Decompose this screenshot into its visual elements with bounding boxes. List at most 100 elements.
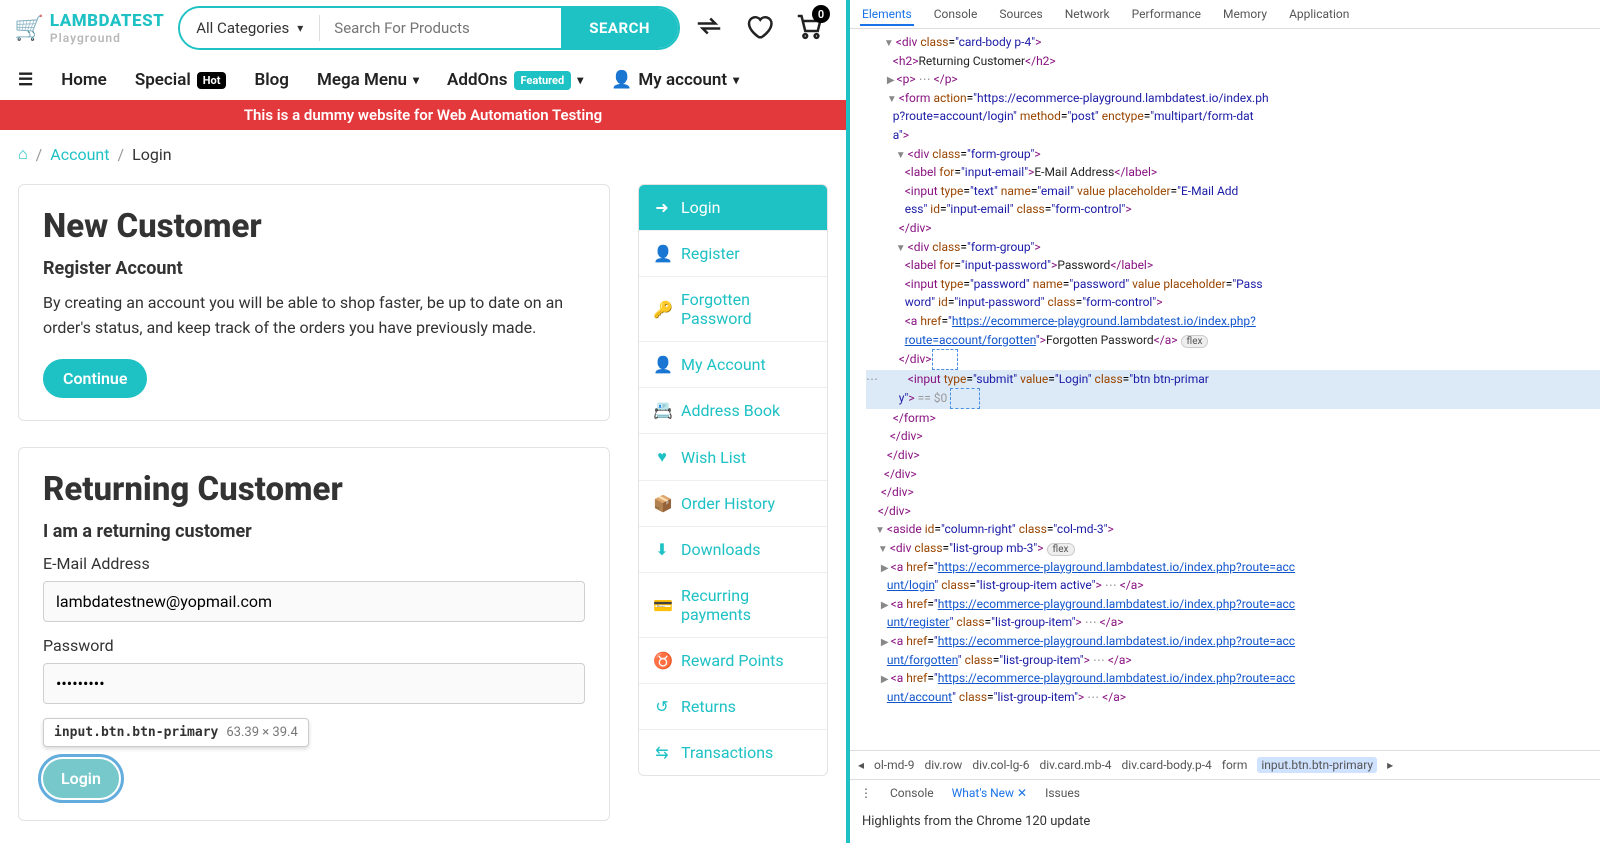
devtools-breadcrumb[interactable]: ◂ ol-md-9 div.row div.col-lg-6 div.card.mb-4… bbox=[850, 750, 1600, 779]
password-field[interactable] bbox=[43, 663, 585, 704]
sidebar-item-returns[interactable]: ↺Returns bbox=[639, 684, 827, 730]
devtools-tab-performance[interactable]: Performance bbox=[1130, 4, 1203, 26]
new-customer-title: New Customer bbox=[43, 207, 585, 246]
menu-blog[interactable]: Blog bbox=[254, 70, 289, 90]
devtools-tab-sources[interactable]: Sources bbox=[997, 4, 1044, 26]
sidebar-item-icon: ♉ bbox=[653, 651, 671, 670]
main-menu: ☰ Home Special Hot Blog Mega Menu▾ AddOn… bbox=[0, 56, 846, 100]
sidebar-item-label: Reward Points bbox=[681, 651, 784, 670]
crumb-left-arrow[interactable]: ◂ bbox=[858, 758, 864, 772]
chevron-down-icon: ▾ bbox=[733, 73, 739, 87]
sidebar-item-icon: ♥ bbox=[653, 447, 671, 467]
new-customer-card: New Customer Register Account By creatin… bbox=[18, 184, 610, 421]
breadcrumb-account[interactable]: Account bbox=[50, 145, 109, 164]
sidebar-item-downloads[interactable]: ⬇ Downloads bbox=[639, 527, 827, 573]
sidebar-item-icon: ⬇ bbox=[653, 540, 671, 559]
crumb-item[interactable]: input.btn.btn-primary bbox=[1257, 757, 1377, 773]
sidebar-item-transactions[interactable]: ⇆Transactions bbox=[639, 730, 827, 775]
kebab-icon[interactable]: ⋮ bbox=[860, 786, 872, 800]
crumb-right-arrow[interactable]: ▸ bbox=[1387, 758, 1393, 772]
user-icon: 👤 bbox=[611, 70, 632, 90]
devtools-tab-elements[interactable]: Elements bbox=[860, 4, 914, 26]
crumb-item[interactable]: ol-md-9 bbox=[874, 758, 914, 772]
devtools-tab-application[interactable]: Application bbox=[1287, 4, 1351, 26]
logo-subtext: Playground bbox=[50, 31, 164, 45]
login-button[interactable]: Login bbox=[43, 759, 119, 798]
menu-mega[interactable]: Mega Menu▾ bbox=[317, 70, 419, 90]
chevron-down-icon: ▾ bbox=[297, 21, 303, 35]
sidebar-item-my-account[interactable]: 👤My Account bbox=[639, 342, 827, 388]
sidebar-item-icon: 💳 bbox=[653, 596, 671, 615]
search-bar: All Categories ▾ SEARCH bbox=[178, 6, 680, 50]
compare-icon[interactable] bbox=[694, 11, 724, 45]
devtools-drawer-tabs: ⋮ Console What's New ✕ Issues bbox=[850, 779, 1600, 806]
account-sidebar: ➜Login👤Register🔑Forgotten Password👤My Ac… bbox=[638, 184, 828, 843]
sidebar-item-login[interactable]: ➜ Login bbox=[639, 185, 827, 231]
sidebar-item-recurring-payments[interactable]: 💳Recurring payments bbox=[639, 573, 827, 638]
cart-badge: 0 bbox=[812, 5, 830, 23]
sidebar-item-label: Login bbox=[681, 198, 720, 217]
breadcrumb-login: Login bbox=[132, 145, 171, 164]
sidebar-item-label: Order History bbox=[681, 494, 775, 513]
logo-text: LAMBDATEST bbox=[50, 11, 164, 31]
inspect-tooltip: input.btn.btn-primary 63.39 × 39.4 bbox=[43, 718, 309, 747]
crumb-item[interactable]: div.card-body.p-4 bbox=[1122, 758, 1212, 772]
returning-customer-card: Returning Customer I am a returning cust… bbox=[18, 447, 610, 821]
hamburger-icon[interactable]: ☰ bbox=[18, 70, 33, 90]
elements-tree[interactable]: ▼<div class="card-body p-4"> <h2>Returni… bbox=[850, 29, 1600, 750]
logo-icon: 🛒 bbox=[14, 14, 44, 42]
sidebar-item-register[interactable]: 👤Register bbox=[639, 231, 827, 277]
new-customer-subtitle: Register Account bbox=[43, 258, 585, 279]
continue-button[interactable]: Continue bbox=[43, 359, 147, 398]
crumb-item[interactable]: div.card.mb-4 bbox=[1039, 758, 1111, 772]
sidebar-item-address-book[interactable]: 📇Address Book bbox=[639, 388, 827, 434]
home-icon[interactable]: ⌂ bbox=[18, 144, 28, 164]
password-label: Password bbox=[43, 636, 585, 655]
hot-badge: Hot bbox=[197, 72, 227, 89]
sidebar-item-icon: ➜ bbox=[653, 198, 671, 217]
drawer-tab-console[interactable]: Console bbox=[890, 786, 934, 800]
crumb-item[interactable]: div.col-lg-6 bbox=[972, 758, 1029, 772]
drawer-tab-what-s-new[interactable]: What's New ✕ bbox=[952, 786, 1027, 800]
chevron-down-icon: ▾ bbox=[577, 73, 583, 87]
sidebar-item-label: Register bbox=[681, 244, 740, 263]
sidebar-item-forgotten-password[interactable]: 🔑Forgotten Password bbox=[639, 277, 827, 342]
menu-home[interactable]: Home bbox=[61, 70, 107, 90]
new-customer-body: By creating an account you will be able … bbox=[43, 291, 585, 341]
logo[interactable]: 🛒 LAMBDATEST Playground bbox=[14, 11, 164, 45]
devtools-tabs: Elements Console Sources Network Performance… bbox=[850, 0, 1600, 29]
sidebar-item-wish-list[interactable]: ♥ Wish List bbox=[639, 434, 827, 481]
sidebar-item-icon: 📦 bbox=[653, 494, 671, 513]
search-button[interactable]: SEARCH bbox=[561, 8, 678, 48]
devtools-tab-console[interactable]: Console bbox=[932, 4, 980, 26]
sidebar-item-icon: ⇆ bbox=[653, 743, 671, 762]
menu-addons[interactable]: AddOns Featured ▾ bbox=[447, 70, 583, 90]
banner: This is a dummy website for Web Automati… bbox=[0, 100, 846, 130]
drawer-tab-issues[interactable]: Issues bbox=[1045, 786, 1080, 800]
sidebar-item-icon: 📇 bbox=[653, 401, 671, 420]
returning-title: Returning Customer bbox=[43, 470, 585, 509]
featured-badge: Featured bbox=[514, 71, 572, 90]
sidebar-item-label: Wish List bbox=[681, 448, 746, 467]
sidebar-item-icon: 👤 bbox=[653, 355, 671, 374]
cart-icon[interactable]: 0 bbox=[794, 11, 824, 45]
menu-account[interactable]: 👤 My account ▾ bbox=[611, 70, 739, 90]
search-input[interactable] bbox=[320, 19, 561, 37]
returning-subtitle: I am a returning customer bbox=[43, 521, 585, 542]
menu-special[interactable]: Special Hot bbox=[135, 70, 227, 90]
email-label: E-Mail Address bbox=[43, 554, 585, 573]
categories-dropdown[interactable]: All Categories ▾ bbox=[180, 8, 319, 48]
sidebar-item-order-history[interactable]: 📦 Order History bbox=[639, 481, 827, 527]
devtools-tab-memory[interactable]: Memory bbox=[1221, 4, 1269, 26]
breadcrumb: ⌂ / Account / Login bbox=[0, 130, 846, 178]
email-field[interactable] bbox=[43, 581, 585, 622]
sidebar-item-label: Downloads bbox=[681, 540, 760, 559]
heart-icon[interactable] bbox=[744, 11, 774, 45]
sidebar-item-label: Returns bbox=[681, 697, 736, 716]
sidebar-item-reward-points[interactable]: ♉ Reward Points bbox=[639, 638, 827, 684]
crumb-item[interactable]: form bbox=[1222, 758, 1248, 772]
browser-page: 🛒 LAMBDATEST Playground All Categories ▾… bbox=[0, 0, 850, 843]
devtools-panel: Elements Console Sources Network Performance… bbox=[850, 0, 1600, 843]
crumb-item[interactable]: div.row bbox=[924, 758, 962, 772]
devtools-tab-network[interactable]: Network bbox=[1063, 4, 1112, 26]
